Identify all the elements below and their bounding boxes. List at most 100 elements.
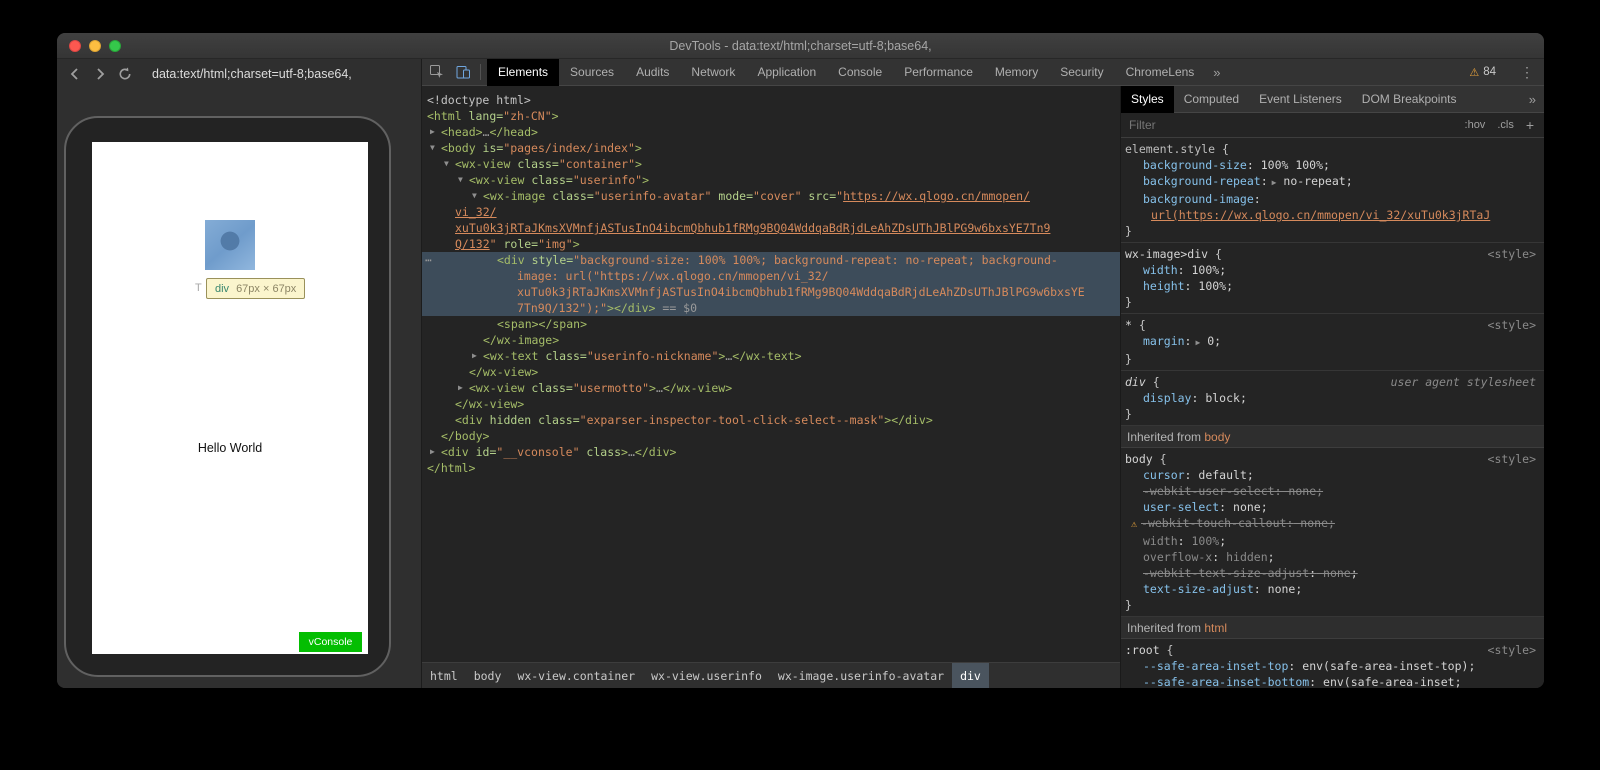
css-property[interactable]: background-repeat:▶ no-repeat; — [1125, 173, 1542, 191]
elements-tree-row[interactable]: ▶<wx-view class="usermotto">…</wx-view> — [422, 380, 1120, 396]
elements-tree-row[interactable]: <div hidden class="exparser-inspector-to… — [422, 412, 1120, 428]
breadcrumb-item[interactable]: div — [952, 663, 989, 688]
hov-toggle[interactable]: :hov — [1465, 119, 1486, 131]
twisty-closed-icon[interactable]: ▶ — [472, 348, 477, 364]
elements-tree-row[interactable]: ▶<wx-text class="userinfo-nickname">…</w… — [422, 348, 1120, 364]
tab-security[interactable]: Security — [1049, 59, 1114, 86]
forward-icon[interactable] — [92, 66, 108, 82]
elements-tree-row[interactable]: ▼<wx-view class="container"> — [422, 156, 1120, 172]
twisty-open-icon[interactable]: ▼ — [472, 188, 477, 204]
rule-origin-link[interactable]: <style> — [1488, 642, 1536, 658]
elements-tree-row[interactable]: <!doctype html> — [422, 92, 1120, 108]
elements-tree-row[interactable]: </body> — [422, 428, 1120, 444]
elements-tree-row[interactable]: </wx-view> — [422, 396, 1120, 412]
tab-network[interactable]: Network — [680, 59, 746, 86]
styles-filter-input[interactable]: Filter — [1129, 118, 1465, 132]
elements-tree-row[interactable]: <span></span> — [422, 316, 1120, 332]
elements-tree-row[interactable]: ▶<head>…</head> — [422, 124, 1120, 140]
elements-tree-row[interactable]: </wx-image> — [422, 332, 1120, 348]
more-tabs-icon[interactable]: » — [1205, 59, 1228, 86]
css-property[interactable]: height: 100%; — [1125, 278, 1542, 294]
tab-audits[interactable]: Audits — [625, 59, 680, 86]
tab-elements[interactable]: Elements — [487, 59, 559, 86]
tab-performance[interactable]: Performance — [893, 59, 984, 86]
twisty-closed-icon[interactable]: ▶ — [430, 124, 435, 140]
css-property[interactable]: background-image: — [1125, 191, 1542, 207]
tab-application[interactable]: Application — [746, 59, 827, 86]
elements-tree-row[interactable]: Q/132" role="img"> — [422, 236, 1120, 252]
back-icon[interactable] — [67, 66, 83, 82]
breadcrumb-item[interactable]: wx-view.userinfo — [643, 663, 770, 688]
sidebar-more-tabs-icon[interactable]: » — [1521, 92, 1544, 107]
css-property[interactable]: margin:▶ 0; — [1125, 333, 1542, 351]
elements-tree-row[interactable]: vi_32/ — [422, 204, 1120, 220]
rule-origin-link[interactable]: <style> — [1488, 317, 1536, 333]
kebab-menu-icon[interactable]: ⋮ — [1520, 59, 1534, 86]
css-property[interactable]: text-size-adjust: none; — [1125, 581, 1542, 597]
tab-sources[interactable]: Sources — [559, 59, 625, 86]
breadcrumb-item[interactable]: body — [466, 663, 510, 688]
twisty-closed-icon[interactable]: ▶ — [430, 444, 435, 460]
css-property[interactable]: background-size: 100% 100%; — [1125, 157, 1542, 173]
vconsole-button[interactable]: vConsole — [299, 632, 362, 652]
twisty-open-icon[interactable]: ▼ — [458, 172, 463, 188]
sidebar-tab-dom-breakpoints[interactable]: DOM Breakpoints — [1352, 86, 1467, 113]
more-actions-icon[interactable]: ⋯ — [425, 252, 432, 268]
css-property[interactable]: ⚠-webkit-touch-callout: none; — [1125, 515, 1542, 533]
address-url[interactable]: data:text/html;charset=utf-8;base64, — [152, 67, 352, 81]
breadcrumb-item[interactable]: wx-view.container — [509, 663, 643, 688]
css-property[interactable]: --safe-area-inset-top: env(safe-area-ins… — [1125, 658, 1542, 674]
css-property[interactable]: user-select: none; — [1125, 499, 1542, 515]
twisty-closed-icon[interactable]: ▶ — [458, 380, 463, 396]
rule-selector[interactable]: wx-image>div — [1125, 247, 1208, 261]
css-property[interactable]: -webkit-text-size-adjust: none; — [1125, 565, 1542, 581]
warning-badge[interactable]: ⚠ 84 — [1469, 66, 1496, 79]
sidebar-tab-event-listeners[interactable]: Event Listeners — [1249, 86, 1352, 113]
elements-tree-row[interactable]: <html lang="zh-CN"> — [422, 108, 1120, 124]
tab-chromelens[interactable]: ChromeLens — [1115, 59, 1206, 86]
css-property[interactable]: --safe-area-inset-bottom: env(safe-area-… — [1125, 674, 1542, 688]
elements-tree-row[interactable]: ▶<div id="__vconsole" class>…</div> — [422, 444, 1120, 460]
css-property[interactable]: cursor: default; — [1125, 467, 1542, 483]
rule-origin-link[interactable]: <style> — [1488, 246, 1536, 262]
css-property[interactable]: width: 100%; — [1125, 533, 1542, 549]
inspect-icon[interactable] — [426, 59, 448, 86]
elements-tree-row[interactable]: </wx-view> — [422, 364, 1120, 380]
sidebar-tab-styles[interactable]: Styles — [1121, 86, 1174, 113]
rule-origin-link[interactable]: <style> — [1488, 451, 1536, 467]
rule-selector[interactable]: div — [1125, 375, 1146, 389]
avatar-image[interactable] — [205, 220, 255, 270]
rule-selector[interactable]: :root — [1125, 643, 1160, 657]
elements-tree-row[interactable]: xuTu0k3jRTaJKmsXVMnfjASTusInO4ibcmQbhub1… — [422, 220, 1120, 236]
breadcrumb-item[interactable]: html — [422, 663, 466, 688]
rule-origin-link[interactable]: user agent stylesheet — [1391, 374, 1536, 390]
breadcrumb-item[interactable]: wx-image.userinfo-avatar — [770, 663, 952, 688]
css-property-value[interactable]: url(https://wx.qlogo.cn/mmopen/vi_32/xuT… — [1125, 207, 1542, 223]
cls-toggle[interactable]: .cls — [1497, 119, 1514, 131]
tab-console[interactable]: Console — [827, 59, 893, 86]
elements-tree-row[interactable]: </html> — [422, 460, 1120, 476]
rule-selector[interactable]: body — [1125, 452, 1153, 466]
elements-tree-row[interactable]: image: url("https://wx.qlogo.cn/mmopen/v… — [422, 268, 1120, 284]
twisty-open-icon[interactable]: ▼ — [444, 156, 449, 172]
elements-tree-row[interactable]: ▼<body is="pages/index/index"> — [422, 140, 1120, 156]
elements-tree-row[interactable]: ⋯<div style="background-size: 100% 100%;… — [422, 252, 1120, 268]
elements-tree-row[interactable]: xuTu0k3jRTaJKmsXVMnfjASTusInO4ibcmQbhub1… — [422, 284, 1120, 300]
new-style-rule-button[interactable]: + — [1526, 117, 1534, 133]
css-property[interactable]: overflow-x: hidden; — [1125, 549, 1542, 565]
rule-selector[interactable]: element.style — [1125, 142, 1215, 156]
sidebar-tab-computed[interactable]: Computed — [1174, 86, 1249, 113]
elements-tree-row[interactable]: ▼<wx-image class="userinfo-avatar" mode=… — [422, 188, 1120, 204]
device-toolbar-icon[interactable] — [452, 59, 474, 86]
inherited-node-link[interactable]: html — [1204, 621, 1227, 635]
elements-tree-row[interactable]: 7Tn9Q/132");"></div> == $0 — [422, 300, 1120, 316]
tab-memory[interactable]: Memory — [984, 59, 1049, 86]
css-property[interactable]: -webkit-user-select: none; — [1125, 483, 1542, 499]
elements-tree-row[interactable]: ▼<wx-view class="userinfo"> — [422, 172, 1120, 188]
rule-selector[interactable]: * — [1125, 318, 1132, 332]
twisty-open-icon[interactable]: ▼ — [430, 140, 435, 156]
inherited-node-link[interactable]: body — [1204, 430, 1230, 444]
css-property[interactable]: width: 100%; — [1125, 262, 1542, 278]
reload-icon[interactable] — [117, 66, 133, 82]
css-property[interactable]: display: block; — [1125, 390, 1542, 406]
